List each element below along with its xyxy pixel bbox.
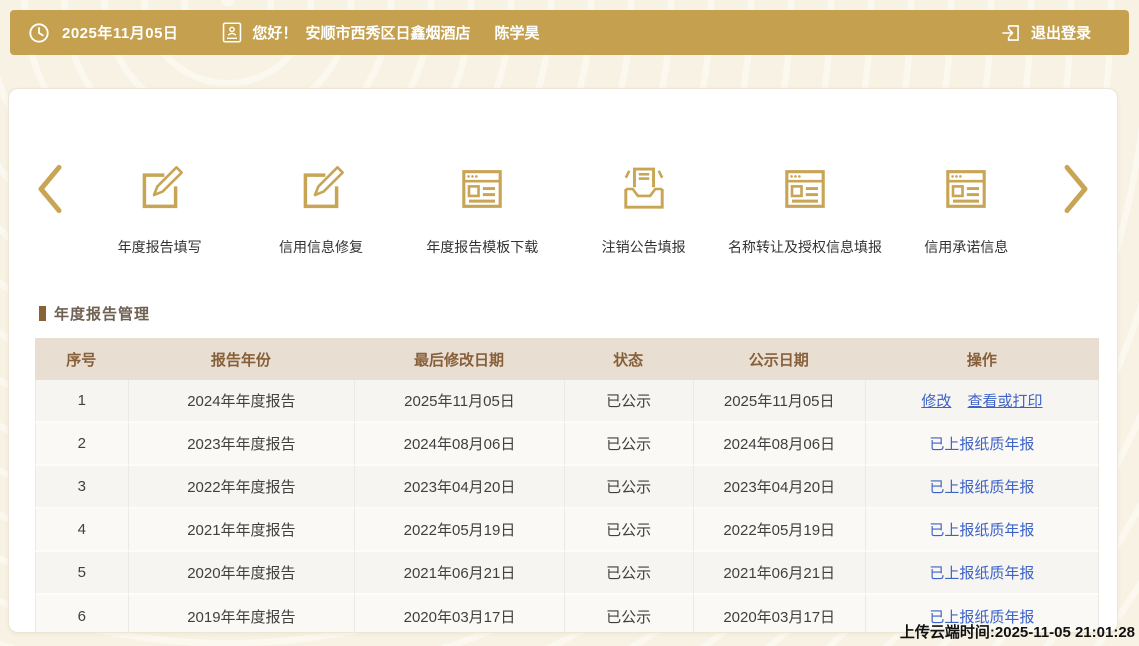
cell-actions: 已上报纸质年报 <box>864 466 1099 509</box>
cell-publish: 2025年11月05日 <box>692 380 865 423</box>
cell-actions: 已上报纸质年报 <box>864 509 1099 552</box>
cell-seq: 1 <box>35 380 128 423</box>
current-date: 2025年11月05日 <box>62 25 179 42</box>
cell-year: 2023年年度报告 <box>127 423 355 466</box>
cell-status: 已公示 <box>563 552 693 595</box>
date-group: 2025年11月05日 <box>28 22 178 44</box>
cell-status: 已公示 <box>563 595 693 632</box>
cell-publish: 2021年06月21日 <box>692 552 865 595</box>
edit-icon <box>142 166 183 209</box>
carousel-item-cancellation-notice[interactable]: 注销公告填报 <box>563 163 724 257</box>
cell-modified: 2020年03月17日 <box>354 595 564 632</box>
greeting-text: 您好！ <box>252 25 298 42</box>
section-title-bullet <box>39 306 46 321</box>
cell-year: 2024年年度报告 <box>127 380 355 423</box>
cell-status: 已公示 <box>563 380 693 423</box>
top-bar: 2025年11月05日 您好！ 安顺市西秀区日鑫烟酒店 陈学昊 退出登录 <box>10 10 1129 55</box>
cell-modified: 2023年04月20日 <box>354 466 564 509</box>
edit-icon <box>303 166 344 209</box>
cell-publish: 2024年08月06日 <box>692 423 865 466</box>
cell-modified: 2025年11月05日 <box>354 380 564 423</box>
carousel-item-label: 信用信息修复 <box>278 239 363 255</box>
cell-year: 2021年年度报告 <box>127 509 355 552</box>
cell-seq: 3 <box>35 466 128 509</box>
section-title-text: 年度报告管理 <box>54 306 151 323</box>
carousel-item-credit-repair[interactable]: 信用信息修复 <box>240 163 401 257</box>
table-row: 2 2023年年度报告 2024年08月06日 已公示 2024年08月06日 … <box>35 423 1099 466</box>
carousel-item-label: 信用承诺信息 <box>924 239 1009 255</box>
cell-modified: 2024年08月06日 <box>354 423 564 466</box>
col-header-status: 状态 <box>563 338 693 380</box>
upload-time-text: 上传云端时间:2025-11-05 21:01:28 <box>899 624 1135 641</box>
carousel-item-name-transfer[interactable]: 名称转让及授权信息填报 <box>724 163 885 257</box>
cell-seq: 5 <box>35 552 128 595</box>
webpage-list-icon <box>785 170 825 208</box>
logout-label: 退出登录 <box>1030 25 1091 42</box>
webpage-list-icon <box>462 170 503 208</box>
cell-year: 2022年年度报告 <box>127 466 355 509</box>
company-name: 安顺市西秀区日鑫烟酒店 <box>305 25 471 42</box>
col-header-modified: 最后修改日期 <box>354 338 564 380</box>
carousel-prev-button[interactable] <box>21 163 79 215</box>
table-header-row: 序号 报告年份 最后修改日期 状态 公示日期 操作 <box>35 338 1099 380</box>
annual-report-table: 序号 报告年份 最后修改日期 状态 公示日期 操作 1 2024年年度报告 20… <box>35 338 1099 632</box>
table-row: 3 2022年年度报告 2023年04月20日 已公示 2023年04月20日 … <box>35 466 1099 509</box>
annual-report-table-wrapper: 序号 报告年份 最后修改日期 状态 公示日期 操作 1 2024年年度报告 20… <box>35 338 1099 632</box>
col-header-seq: 序号 <box>35 338 128 380</box>
cell-status: 已公示 <box>563 423 693 466</box>
carousel-item-label: 名称转让及授权信息填报 <box>727 239 882 255</box>
cell-publish: 2020年03月17日 <box>692 595 865 632</box>
function-carousel: 年度报告填写 信用信息修复 年度报告模板下载 注销公告填报 名称转让及授权信息填… <box>9 89 1117 257</box>
cell-actions: 修改 查看或打印 <box>864 380 1099 423</box>
main-card: 年度报告填写 信用信息修复 年度报告模板下载 注销公告填报 名称转让及授权信息填… <box>8 88 1118 633</box>
cell-publish: 2022年05月19日 <box>692 509 865 552</box>
cell-publish: 2023年04月20日 <box>692 466 865 509</box>
cell-modified: 2022年05月19日 <box>354 509 564 552</box>
webpage-list-icon <box>946 170 987 208</box>
logout-icon <box>1002 24 1019 41</box>
col-header-publish: 公示日期 <box>692 338 865 380</box>
user-greeting: 您好！ 安顺市西秀区日鑫烟酒店 陈学昊 <box>222 21 539 44</box>
logout-button[interactable]: 退出登录 <box>1000 22 1091 44</box>
section-title: 年度报告管理 <box>39 303 1117 324</box>
chevron-right-icon <box>1064 164 1088 214</box>
cell-modified: 2021年06月21日 <box>354 552 564 595</box>
cell-actions: 已上报纸质年报 <box>864 552 1099 595</box>
cell-status: 已公示 <box>563 509 693 552</box>
table-row: 1 2024年年度报告 2025年11月05日 已公示 2025年11月05日 … <box>35 380 1099 423</box>
table-row: 4 2021年年度报告 2022年05月19日 已公示 2022年05月19日 … <box>35 509 1099 552</box>
cell-seq: 4 <box>35 509 128 552</box>
col-header-operation: 操作 <box>864 338 1099 380</box>
id-card-icon <box>223 22 242 43</box>
paper-report-link[interactable]: 已上报纸质年报 <box>929 565 1034 582</box>
carousel-item-annual-report-fill[interactable]: 年度报告填写 <box>79 163 240 257</box>
carousel-next-button[interactable] <box>1047 163 1105 215</box>
table-row: 5 2020年年度报告 2021年06月21日 已公示 2021年06月21日 … <box>35 552 1099 595</box>
carousel-item-label: 年度报告模板下载 <box>426 239 539 255</box>
chevron-left-icon <box>38 164 62 214</box>
clock-icon <box>29 22 49 43</box>
paper-report-link[interactable]: 已上报纸质年报 <box>929 479 1034 496</box>
col-header-year: 报告年份 <box>127 338 355 380</box>
carousel-item-label: 年度报告填写 <box>117 239 202 255</box>
view-or-print-link[interactable]: 查看或打印 <box>968 393 1043 410</box>
cell-year: 2019年年度报告 <box>127 595 355 632</box>
cell-actions: 已上报纸质年报 <box>864 423 1099 466</box>
carousel-item-template-download[interactable]: 年度报告模板下载 <box>402 163 563 257</box>
carousel-item-label: 注销公告填报 <box>601 239 686 255</box>
user-name: 陈学昊 <box>494 25 540 42</box>
carousel-item-credit-commitment[interactable]: 信用承诺信息 <box>886 163 1047 257</box>
paper-report-link[interactable]: 已上报纸质年报 <box>929 436 1034 453</box>
inbox-document-icon <box>623 167 664 209</box>
cell-status: 已公示 <box>563 466 693 509</box>
modify-link[interactable]: 修改 <box>921 393 951 410</box>
cell-year: 2020年年度报告 <box>127 552 355 595</box>
cell-seq: 2 <box>35 423 128 466</box>
cell-seq: 6 <box>35 595 128 632</box>
paper-report-link[interactable]: 已上报纸质年报 <box>929 522 1034 539</box>
